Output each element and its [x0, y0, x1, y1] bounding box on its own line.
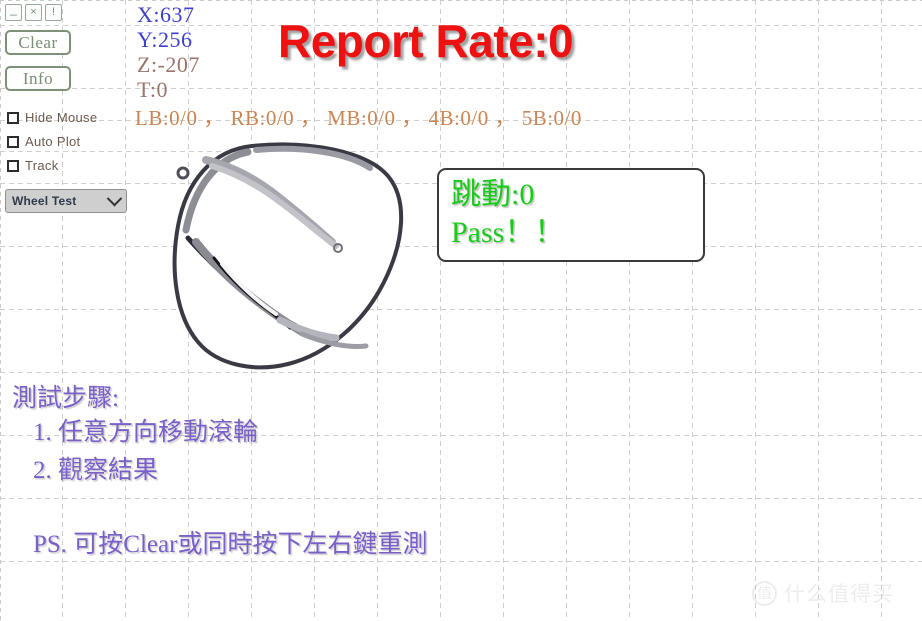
result-panel: 跳動:0 Pass！！: [437, 168, 705, 262]
instructions-step-2: 2. 觀察結果: [33, 457, 159, 484]
readout-z: Z:-207: [137, 52, 200, 77]
checkbox-label: Auto Plot: [25, 134, 81, 149]
readout-y: Y:256: [137, 27, 193, 52]
checkbox-label: Hide Mouse: [25, 110, 98, 125]
result-pass-status: Pass！！: [451, 216, 565, 249]
readout-button-counts: LB:0/0 ， RB:0/0 ， MB:0/0 ， 4B:0/0 ， 5B:0…: [135, 106, 582, 130]
checkbox-box[interactable]: [7, 159, 19, 172]
readout-t: T:0: [137, 77, 168, 102]
test-mode-select[interactable]: Wheel Test: [5, 189, 127, 213]
instructions-step-1: 1. 任意方向移動滾輪: [33, 419, 259, 446]
close-icon[interactable]: ×: [25, 4, 42, 21]
alert-icon[interactable]: !: [45, 4, 62, 21]
instructions-note: PS. 可按Clear或同時按下左右鍵重測: [33, 531, 428, 558]
checkbox-auto-plot[interactable]: Auto Plot: [7, 134, 80, 149]
clear-button[interactable]: Clear: [5, 30, 71, 55]
checkbox-track[interactable]: Track: [7, 158, 59, 173]
mouse-illustration: [172, 142, 404, 370]
report-rate-display: Report Rate:0: [278, 15, 574, 67]
checkbox-box[interactable]: [7, 111, 19, 124]
minimize-icon[interactable]: _: [5, 3, 22, 21]
watermark-logo-icon: 值: [752, 580, 777, 606]
result-jitter-value: 跳動:0: [451, 178, 535, 211]
watermark-text: 什么值得买: [784, 583, 894, 606]
checkbox-label: Track: [25, 158, 59, 173]
watermark: 值 什么值得买: [752, 578, 894, 608]
checkbox-hide-mouse[interactable]: Hide Mouse: [7, 110, 97, 125]
chevron-down-icon: [106, 190, 123, 206]
window-controls: _ × !: [5, 3, 62, 21]
checkbox-box[interactable]: [7, 135, 19, 148]
info-button[interactable]: Info: [5, 66, 71, 91]
instructions-title: 測試步驟:: [12, 385, 119, 412]
mouse-test-application: _ × ! Clear Info Hide Mouse Auto Plot Tr…: [0, 0, 922, 621]
test-mode-value: Wheel Test: [12, 194, 77, 208]
readout-x: X:637: [137, 2, 195, 27]
